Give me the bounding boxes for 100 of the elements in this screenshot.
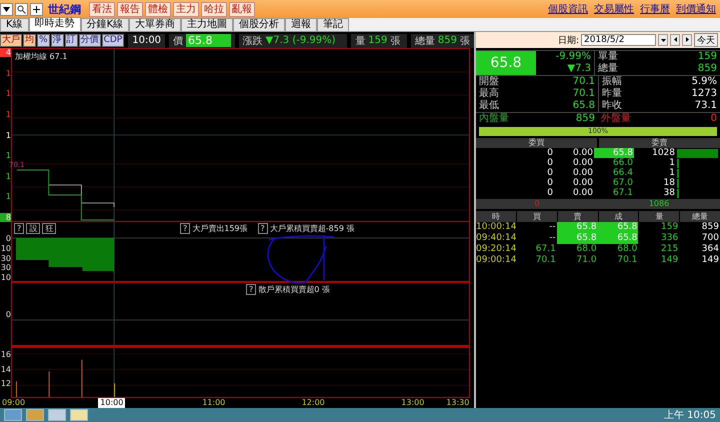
chart-option-button[interactable]: %	[37, 34, 50, 47]
bid-total: 0	[533, 199, 541, 209]
axis-label: 12	[0, 379, 11, 388]
table-cell-text: 0	[546, 168, 554, 178]
panel-button[interactable]: 設	[26, 223, 40, 234]
quote-value: 73.1	[694, 100, 717, 112]
table-cell-text: 0.00	[572, 178, 594, 188]
search-icon[interactable]	[15, 2, 28, 16]
header-link[interactable]: 交易屬性	[594, 2, 634, 16]
date-field[interactable]: 2018/5/2	[581, 34, 656, 46]
table-cell-text: 0.00	[572, 168, 594, 178]
average-line	[48, 184, 114, 208]
inner-volume-label: 內盤量	[479, 113, 509, 125]
tab[interactable]: 大單券商	[129, 18, 182, 31]
column-header: 委買	[476, 138, 597, 148]
column-header: 委賣	[599, 138, 720, 148]
quote-label: 單量	[598, 51, 618, 63]
quote-label: 最低	[479, 100, 499, 112]
menu-button[interactable]: 看法	[89, 2, 115, 16]
tab[interactable]: 分鐘K線	[80, 18, 130, 31]
time-axis-label: 12:00	[300, 398, 326, 408]
table-cell-text: --	[548, 222, 557, 233]
tab[interactable]: 即時走勢	[28, 17, 81, 31]
axis-label: 30	[0, 254, 11, 262]
table-cell-text: --	[548, 233, 557, 244]
menu-button[interactable]: 亂報	[229, 2, 255, 16]
header-link[interactable]: 到價通知	[676, 2, 716, 16]
menu-button[interactable]: 報告	[117, 2, 143, 16]
axis-label: 1	[4, 68, 11, 78]
axis-label: 1	[4, 89, 11, 98]
table-cell: 65.8	[556, 222, 598, 233]
chart-option-button[interactable]: CDP	[102, 34, 124, 47]
total-unit: 張	[460, 34, 470, 48]
tab[interactable]: 主力地圖	[181, 18, 234, 31]
table-cell-text: 68.0	[576, 244, 598, 255]
dropdown-icon[interactable]	[0, 2, 13, 16]
today-button[interactable]: 今天	[694, 33, 718, 47]
axis-label: 10	[0, 244, 11, 253]
quote-value: 70.1	[572, 76, 595, 88]
time-text: 10:00	[132, 35, 162, 46]
table-cell-text: 700	[700, 233, 720, 244]
ask-total: 1086	[648, 199, 670, 209]
inner-volume-value: 859	[576, 113, 595, 125]
table-cell-text: 70.1	[534, 255, 557, 266]
column-header: 總量	[680, 211, 720, 222]
header-link[interactable]: 個股資訊	[548, 2, 588, 16]
axis-label: 1	[4, 192, 11, 202]
average-label: 加權均線 67.1	[15, 51, 68, 62]
table-cell: 65.8	[598, 233, 638, 244]
clock: 上午 10:05	[664, 408, 716, 422]
table-cell-text: 336	[660, 233, 680, 244]
chart-option-button[interactable]: 均	[23, 34, 36, 47]
time-axis-label: 13:30	[445, 398, 470, 408]
table-cell-text: 70.1	[616, 255, 638, 266]
table-cell: 65.8	[598, 222, 638, 233]
help-icon[interactable]: ?	[180, 223, 190, 234]
quote-label: 昨量	[602, 88, 622, 100]
indicator-text: 大戶賣出159張	[192, 223, 248, 234]
table-cell: 10:00:14	[476, 222, 516, 233]
header-link[interactable]: 行事曆	[640, 2, 670, 16]
outer-volume-label: 外盤量	[601, 113, 631, 125]
table-cell-text: 67.1	[534, 244, 557, 255]
date-label: 日期:	[558, 34, 579, 46]
tab[interactable]: K線	[0, 18, 29, 31]
previous-icon[interactable]	[670, 34, 680, 46]
change-percent: -9.99%	[556, 51, 591, 63]
table-cell-text: 159	[660, 222, 680, 233]
table-cell-text: 0	[546, 148, 554, 158]
quote-label: 總量	[598, 63, 618, 75]
axis-label: 4	[0, 48, 11, 57]
indicator-text: 散戶累積買賣超0 張	[258, 284, 330, 295]
menu-button[interactable]: 體檢	[145, 2, 171, 16]
change-label: 漲跌	[242, 34, 263, 48]
axis-label: 10	[0, 273, 11, 282]
tab[interactable]: 迴報	[285, 18, 318, 31]
tab[interactable]: 筆記	[317, 18, 350, 31]
chart-option-button[interactable]: 分價	[78, 34, 101, 47]
chart-option-button[interactable]: 淨	[50, 34, 64, 47]
quote-label: 振幅	[602, 76, 622, 88]
dropdown-icon[interactable]	[658, 34, 668, 46]
table-cell-text: 67.0	[612, 178, 634, 188]
panel-button[interactable]: 狂	[42, 223, 56, 234]
plus-icon[interactable]	[30, 2, 43, 16]
table-cell-text: 38	[662, 188, 676, 198]
chart-option-button[interactable]: 訂	[64, 34, 78, 47]
chart-option-button[interactable]: 大戶	[0, 34, 22, 47]
panel-button[interactable]: ?	[14, 223, 24, 234]
table-cell-text: 0	[546, 178, 554, 188]
menu-button[interactable]: 哈拉	[201, 2, 227, 16]
axis-label: 14	[0, 364, 11, 374]
price-label: 價	[173, 34, 184, 48]
time-axis-label: 13:00	[400, 398, 426, 408]
quote-value: 70.1	[572, 88, 595, 100]
help-icon[interactable]: ?	[258, 223, 268, 234]
next-icon[interactable]	[682, 34, 692, 46]
table-cell-text: 1	[668, 168, 676, 178]
help-icon[interactable]: ?	[246, 284, 256, 295]
table-cell-text: 859	[700, 222, 720, 233]
tab[interactable]: 個股分析	[233, 18, 286, 31]
menu-button[interactable]: 主力	[173, 2, 199, 16]
